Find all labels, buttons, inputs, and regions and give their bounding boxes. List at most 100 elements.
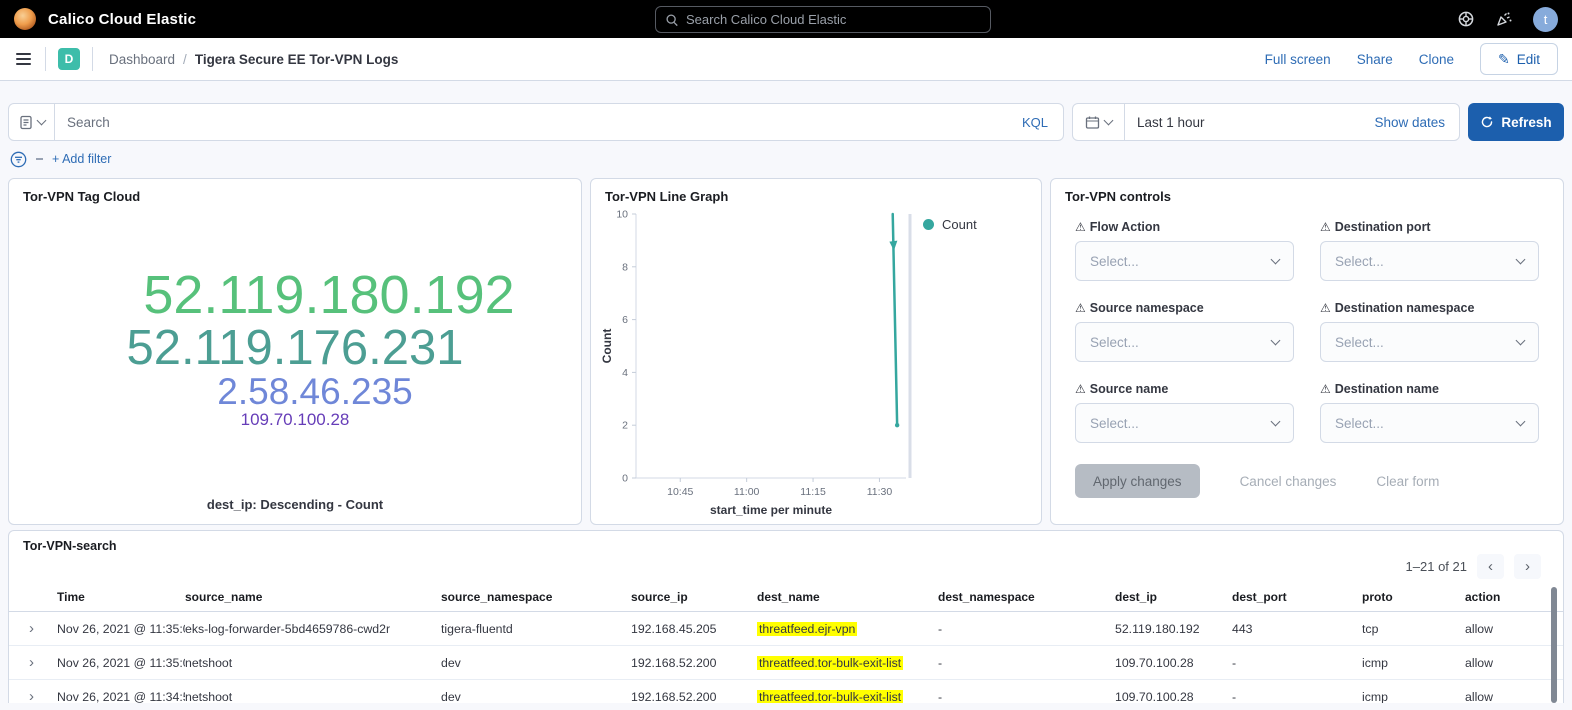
- control-label: ⚠Destination name: [1320, 382, 1539, 396]
- chevron-down-icon: [1104, 116, 1114, 126]
- svg-text:10: 10: [616, 209, 628, 221]
- tag-cloud-caption: dest_ip: Descending - Count: [9, 497, 581, 512]
- svg-text:11:00: 11:00: [734, 486, 760, 498]
- warning-icon: ⚠: [1075, 383, 1086, 395]
- tagcloud-term[interactable]: 52.119.180.192: [143, 268, 514, 323]
- filter-circle-icon[interactable]: [10, 151, 27, 168]
- table-scrollbar[interactable]: [1551, 587, 1557, 703]
- refresh-icon: [1480, 115, 1494, 129]
- highlighted-dest-name: threatfeed.tor-bulk-exit-list: [757, 690, 903, 704]
- table-row[interactable]: ›Nov 26, 2021 @ 11:35:04.000netshootdev1…: [9, 646, 1563, 680]
- column-header-source_ip[interactable]: source_ip: [631, 590, 757, 604]
- column-header-source_name[interactable]: source_name: [185, 590, 441, 604]
- time-range-value[interactable]: Last 1 hour: [1137, 115, 1205, 130]
- cell-source_name: netshoot: [185, 656, 441, 670]
- column-header-time[interactable]: Time: [57, 590, 185, 604]
- global-search-input[interactable]: [686, 12, 981, 27]
- saved-query-menu-button[interactable]: [9, 104, 55, 140]
- cell-dest_name: threatfeed.ejr-vpn: [757, 622, 938, 636]
- clear-form-button[interactable]: Clear form: [1376, 474, 1439, 489]
- cell-source_namespace: tigera-fluentd: [441, 622, 631, 636]
- control-select[interactable]: Select...: [1320, 322, 1539, 362]
- help-life-ring-icon[interactable]: [1457, 10, 1475, 28]
- global-search-box[interactable]: [655, 6, 991, 33]
- column-header-action[interactable]: action: [1465, 590, 1563, 604]
- cell-source_namespace: dev: [441, 656, 631, 670]
- table-body: ›Nov 26, 2021 @ 11:35:04.000eks-log-forw…: [9, 612, 1563, 703]
- cell-proto: icmp: [1362, 656, 1465, 670]
- control-label: ⚠Destination port: [1320, 220, 1539, 234]
- legend-dot: [923, 219, 934, 230]
- kql-language-button[interactable]: KQL: [1007, 115, 1063, 130]
- svg-text:2: 2: [622, 420, 628, 432]
- controls-buttons: Apply changes Cancel changes Clear form: [1051, 443, 1563, 498]
- svg-text:6: 6: [622, 314, 628, 326]
- edit-button[interactable]: ✎ Edit: [1480, 43, 1558, 75]
- menu-hamburger-icon[interactable]: [14, 49, 33, 69]
- cell-dest_ip: 52.119.180.192: [1115, 622, 1232, 636]
- panel-title: Tor-VPN Tag Cloud: [9, 179, 581, 204]
- cancel-changes-button[interactable]: Cancel changes: [1240, 474, 1337, 489]
- pencil-icon: ✎: [1498, 51, 1510, 68]
- cell-dest_port: -: [1232, 690, 1362, 704]
- full-screen-button[interactable]: Full screen: [1265, 52, 1331, 67]
- control-label: ⚠Source name: [1075, 382, 1294, 396]
- expand-row-icon[interactable]: ›: [9, 620, 57, 637]
- control-label: ⚠Flow Action: [1075, 220, 1294, 234]
- query-bar: KQL Last 1 hour Show dates Refresh: [8, 103, 1564, 141]
- table-row[interactable]: ›Nov 26, 2021 @ 11:35:04.000eks-log-forw…: [9, 612, 1563, 646]
- control-select[interactable]: Select...: [1320, 241, 1539, 281]
- column-header-dest_ip[interactable]: dest_ip: [1115, 590, 1232, 604]
- newsfeed-party-popper-icon[interactable]: [1495, 10, 1513, 28]
- table-header-row: Timesource_namesource_namespacesource_ip…: [9, 583, 1563, 612]
- clone-button[interactable]: Clone: [1419, 52, 1454, 67]
- column-header-dest_namespace[interactable]: dest_namespace: [938, 590, 1115, 604]
- calico-logo: [14, 8, 36, 30]
- svg-text:Count: Count: [600, 329, 614, 364]
- legend-item-count[interactable]: Count: [923, 217, 977, 232]
- divider: [92, 47, 93, 71]
- show-dates-button[interactable]: Show dates: [1374, 115, 1459, 130]
- tagcloud-term[interactable]: 52.119.176.231: [127, 324, 464, 374]
- search-icon: [665, 13, 679, 27]
- apply-changes-button[interactable]: Apply changes: [1075, 464, 1200, 498]
- cell-action: allow: [1465, 690, 1563, 704]
- add-filter-button[interactable]: + Add filter: [52, 152, 111, 166]
- pagination-prev-icon[interactable]: ‹: [1477, 554, 1504, 579]
- warning-icon: ⚠: [1320, 221, 1331, 233]
- tagcloud-term[interactable]: 109.70.100.28: [241, 411, 350, 428]
- control-select[interactable]: Select...: [1075, 403, 1294, 443]
- warning-icon: ⚠: [1075, 221, 1086, 233]
- refresh-button[interactable]: Refresh: [1468, 103, 1564, 141]
- column-header-dest_port[interactable]: dest_port: [1232, 590, 1362, 604]
- svg-text:11:15: 11:15: [800, 486, 826, 498]
- breadcrumb: Dashboard / Tigera Secure EE Tor-VPN Log…: [109, 52, 398, 67]
- tag-cloud: 52.119.180.19252.119.176.2312.58.46.2351…: [9, 226, 581, 471]
- panel-title: Tor-VPN-search: [9, 531, 1563, 553]
- expand-row-icon[interactable]: ›: [9, 688, 57, 703]
- column-header-dest_name[interactable]: dest_name: [757, 590, 938, 604]
- table-row[interactable]: ›Nov 26, 2021 @ 11:34:54.000netshootdev1…: [9, 680, 1563, 703]
- cell-dest_name: threatfeed.tor-bulk-exit-list: [757, 690, 938, 704]
- chevron-down-icon: [1271, 336, 1281, 346]
- breadcrumb-dashboard-link[interactable]: Dashboard: [109, 52, 175, 67]
- cell-source_namespace: dev: [441, 690, 631, 704]
- space-avatar[interactable]: D: [58, 48, 80, 70]
- control-select[interactable]: Select...: [1075, 241, 1294, 281]
- query-search-input[interactable]: [55, 115, 1007, 130]
- pagination-next-icon[interactable]: ›: [1514, 554, 1541, 579]
- warning-icon: ⚠: [1075, 302, 1086, 314]
- column-header-proto[interactable]: proto: [1362, 590, 1465, 604]
- svg-text:0: 0: [622, 473, 628, 485]
- column-header-source_namespace[interactable]: source_namespace: [441, 590, 631, 604]
- cell-time: Nov 26, 2021 @ 11:35:04.000: [57, 622, 185, 636]
- share-button[interactable]: Share: [1357, 52, 1393, 67]
- quick-select-menu-button[interactable]: [1073, 104, 1125, 140]
- control-field-source-namespace: ⚠Source namespaceSelect...: [1075, 301, 1294, 362]
- control-select[interactable]: Select...: [1075, 322, 1294, 362]
- user-avatar[interactable]: t: [1533, 7, 1558, 32]
- expand-row-icon[interactable]: ›: [9, 654, 57, 671]
- control-select[interactable]: Select...: [1320, 403, 1539, 443]
- saved-query-icon: [19, 115, 33, 130]
- tagcloud-term[interactable]: 2.58.46.235: [217, 373, 412, 411]
